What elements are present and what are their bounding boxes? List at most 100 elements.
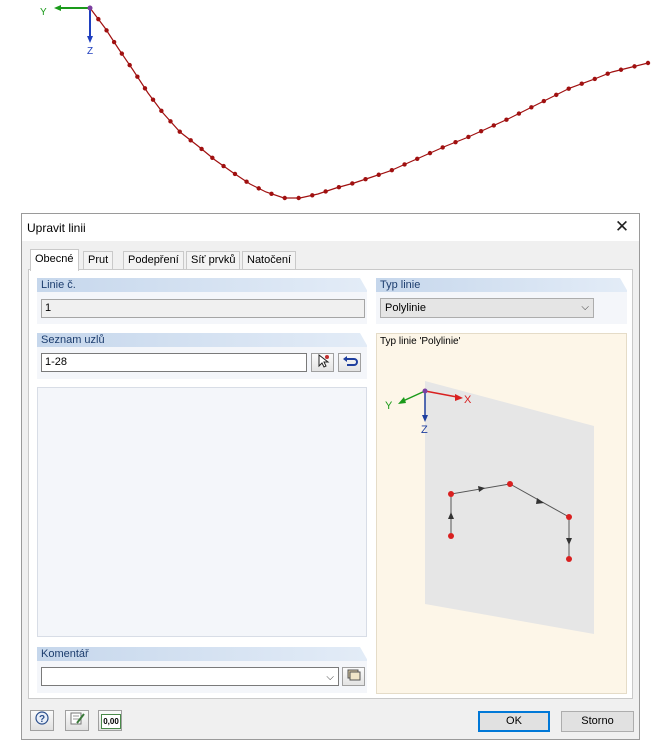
tab-natoceni[interactable]: Natočení (242, 251, 297, 269)
tab-podepreni[interactable]: Podepření (123, 251, 184, 269)
model-node[interactable] (188, 138, 193, 143)
reverse-order-button[interactable] (338, 353, 361, 372)
node-list-header: Seznam uzlů (37, 333, 368, 347)
model-node[interactable] (541, 98, 547, 104)
model-node[interactable] (310, 193, 315, 198)
model-node[interactable] (142, 86, 148, 91)
model-node[interactable] (554, 92, 559, 98)
model-node[interactable] (168, 119, 173, 124)
model-node[interactable] (336, 184, 342, 190)
model-node[interactable] (478, 128, 484, 134)
model-node[interactable] (579, 81, 584, 86)
model-node[interactable] (323, 189, 328, 194)
detail-panel (37, 387, 367, 637)
node-list-input[interactable]: 1-28 (41, 353, 307, 372)
model-node[interactable] (453, 139, 458, 145)
line-number-header: Linie č. (37, 278, 368, 292)
node-list-section: 1-28 (37, 347, 367, 379)
model-node[interactable] (632, 64, 637, 69)
model-node[interactable] (127, 62, 132, 68)
line-type-header: Typ linie (376, 278, 628, 292)
preview-axis-x: X (464, 394, 472, 406)
preview-axis-y: Y (385, 400, 393, 412)
model-node[interactable] (244, 179, 249, 184)
model-node[interactable] (363, 176, 368, 182)
help-icon: ? (35, 711, 49, 725)
model-node[interactable] (504, 117, 509, 122)
line-type-select[interactable]: Polylinie ⌵ (380, 298, 594, 318)
model-node[interactable] (269, 191, 274, 197)
model-node[interactable] (402, 162, 407, 167)
comment-section: ⌵ (37, 661, 367, 693)
model-nodes (87, 5, 651, 201)
preview-axis-z: Z (421, 424, 428, 436)
help-button[interactable]: ? (30, 710, 54, 731)
units-button[interactable]: 0,00 (98, 710, 122, 731)
model-node[interactable] (104, 28, 109, 33)
model-node[interactable] (427, 150, 433, 156)
model-node[interactable] (491, 123, 496, 128)
model-node[interactable] (566, 86, 571, 91)
close-icon[interactable]: ✕ (611, 217, 633, 237)
model-node[interactable] (256, 186, 261, 191)
tab-obecne[interactable]: Obecné (30, 249, 79, 271)
axis-z-label: Z (87, 46, 93, 57)
chevron-down-icon[interactable]: ⌵ (326, 669, 334, 686)
pick-cursor-icon (318, 353, 329, 368)
model-node[interactable] (516, 111, 522, 116)
model-node[interactable] (618, 67, 624, 72)
tab-sit-prvku[interactable]: Síť prvků (186, 251, 241, 269)
model-node[interactable] (210, 155, 215, 161)
model-node[interactable] (645, 60, 651, 66)
line-type-value: Polylinie (385, 302, 426, 314)
model-node[interactable] (376, 172, 381, 177)
model-node[interactable] (440, 145, 445, 150)
model-node[interactable] (605, 71, 610, 76)
model-node[interactable] (150, 97, 156, 102)
units-icon: 0,00 (101, 714, 121, 729)
line-number-section: 1 (37, 292, 367, 324)
model-node[interactable] (389, 167, 395, 173)
line-type-preview: Typ linie 'Polylinie' X Y Z (376, 333, 627, 694)
model-node[interactable] (96, 16, 101, 22)
model-node[interactable] (529, 105, 534, 110)
svg-text:?: ? (39, 714, 45, 725)
comment-header: Komentář (37, 647, 368, 661)
model-node[interactable] (177, 129, 182, 134)
comment-input[interactable]: ⌵ (41, 667, 339, 686)
tab-prut[interactable]: Prut (83, 251, 114, 269)
polyline-diagram: X Y Z (385, 381, 594, 634)
model-node[interactable] (221, 163, 226, 169)
model-node[interactable] (135, 74, 140, 79)
line-number-field[interactable]: 1 (41, 299, 365, 318)
model-viewport[interactable]: Y Z (0, 0, 672, 210)
edit-icon (70, 712, 85, 725)
comment-library-button[interactable] (342, 667, 365, 686)
edit-line-dialog: Upravit linii ✕ Obecné Prut Podepření Sí… (21, 213, 640, 740)
edit-button[interactable] (65, 710, 89, 731)
ok-button[interactable]: OK (478, 711, 550, 732)
global-axes: Y Z (40, 5, 93, 57)
model-node[interactable] (199, 146, 204, 152)
line-type-section: Polylinie ⌵ (376, 292, 627, 324)
model-node[interactable] (296, 195, 301, 201)
chevron-down-icon: ⌵ (581, 302, 589, 313)
dialog-title: Upravit linii (27, 221, 86, 235)
model-node[interactable] (159, 108, 164, 114)
tab-content: Linie č. 1 Typ linie Polylinie ⌵ Seznam … (28, 269, 633, 699)
model-node[interactable] (466, 134, 471, 140)
model-node[interactable] (119, 51, 125, 56)
library-icon (347, 669, 360, 681)
pick-nodes-button[interactable] (311, 353, 334, 372)
model-node[interactable] (415, 156, 420, 161)
model-node[interactable] (111, 39, 117, 45)
model-node[interactable] (232, 171, 238, 177)
axis-y-label: Y (40, 7, 47, 18)
reverse-arrow-icon (342, 356, 358, 366)
model-node[interactable] (282, 195, 287, 201)
dialog-titlebar[interactable]: Upravit linii ✕ (22, 214, 639, 241)
model-line-polyline[interactable] (89, 7, 649, 199)
model-node[interactable] (592, 76, 597, 82)
model-node[interactable] (350, 181, 355, 186)
cancel-button[interactable]: Storno (561, 711, 634, 732)
